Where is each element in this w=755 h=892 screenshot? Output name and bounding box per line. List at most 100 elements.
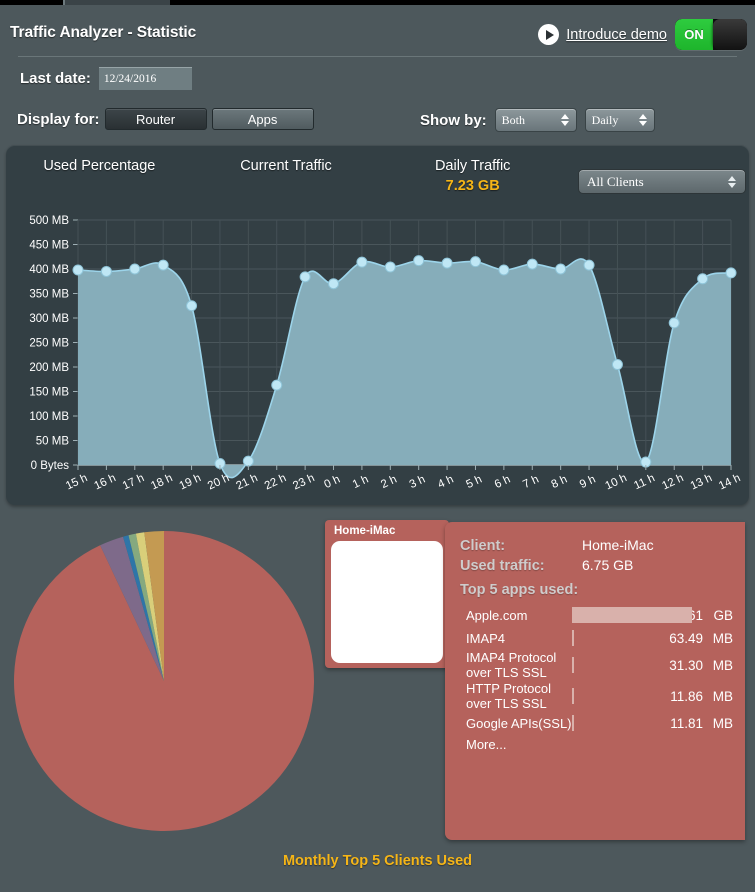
- svg-text:13 h: 13 h: [689, 472, 714, 492]
- metric-value: 7.23 GB: [445, 178, 500, 194]
- svg-text:9 h: 9 h: [578, 473, 598, 491]
- svg-text:7 h: 7 h: [521, 473, 541, 491]
- client-detail-card: Client: Home-iMac Used traffic: 6.75 GB …: [445, 522, 745, 840]
- display-for-apps-button[interactable]: Apps: [211, 108, 314, 130]
- svg-text:350 MB: 350 MB: [29, 289, 69, 301]
- svg-text:500 MB: 500 MB: [29, 215, 69, 227]
- client-value: Home-iMac: [582, 537, 654, 553]
- show-by-type-value: Both: [501, 112, 526, 127]
- svg-text:22 h: 22 h: [263, 472, 288, 492]
- app-usage-bar: [572, 715, 574, 731]
- app-usage-row: IMAP4 Protocol over TLS SSL 31.30 MB: [445, 650, 745, 680]
- top5-apps-list: Apple.com6.61GBIMAP463.49MBIMAP4 Protoco…: [445, 604, 745, 734]
- app-usage-bar-track: [572, 607, 692, 623]
- app-header: Traffic Analyzer - Statistic Introduce d…: [0, 5, 755, 57]
- app-usage-row: Google APIs(SSL) 11.81 MB: [445, 712, 745, 734]
- client-filter-value: All Clients: [587, 173, 644, 189]
- client-label: Client:: [460, 538, 506, 554]
- svg-text:200 MB: 200 MB: [29, 362, 69, 374]
- play-icon[interactable]: [538, 24, 560, 45]
- power-toggle[interactable]: ON: [675, 19, 747, 50]
- svg-text:3 h: 3 h: [408, 473, 428, 491]
- app-name: IMAP4 Protocol over TLS SSL: [466, 650, 557, 680]
- app-size-unit: MB: [712, 688, 733, 704]
- introduce-demo-group[interactable]: Introduce demo: [538, 24, 667, 45]
- svg-text:5 h: 5 h: [464, 473, 484, 491]
- svg-text:300 MB: 300 MB: [29, 313, 69, 325]
- app-name: Google APIs(SSL): [466, 715, 572, 731]
- client-name-row: Client: Home-iMac: [445, 537, 745, 554]
- svg-text:0 h: 0 h: [322, 473, 342, 491]
- svg-text:6 h: 6 h: [493, 473, 513, 491]
- toggle-knob[interactable]: [713, 19, 747, 50]
- svg-text:2 h: 2 h: [379, 473, 399, 491]
- used-traffic-value: 6.75 GB: [582, 557, 634, 573]
- display-for-router-button[interactable]: Router: [104, 108, 207, 130]
- svg-text:17 h: 17 h: [121, 472, 146, 492]
- last-date-group: Last date:: [20, 67, 192, 90]
- client-tooltip-image: [331, 541, 443, 663]
- app-usage-bar-track: [572, 688, 657, 704]
- app-usage-bar: [572, 607, 692, 623]
- svg-text:16 h: 16 h: [92, 472, 117, 492]
- svg-text:100 MB: 100 MB: [29, 411, 69, 423]
- introduce-demo-link[interactable]: Introduce demo: [566, 27, 667, 43]
- metric-title: Current Traffic: [240, 158, 332, 174]
- last-date-input[interactable]: [98, 67, 192, 90]
- client-filter-select[interactable]: All Clients: [578, 169, 746, 194]
- app-usage-row: IMAP4 63.49 MB: [445, 627, 745, 649]
- svg-text:14 h: 14 h: [717, 472, 742, 492]
- app-usage-bar: [572, 688, 574, 704]
- metric-current-traffic: Current Traffic: [193, 158, 380, 194]
- display-for-label: Display for:: [17, 110, 100, 128]
- stepper-arrows-icon: [728, 175, 736, 188]
- toggle-on-label: ON: [675, 19, 713, 50]
- pie-chart-caption: Monthly Top 5 Clients Used: [282, 853, 473, 869]
- metrics-row: Used Percentage Current Traffic Daily Tr…: [6, 158, 566, 194]
- svg-text:12 h: 12 h: [660, 472, 685, 492]
- svg-text:21 h: 21 h: [234, 472, 259, 492]
- page-title: Traffic Analyzer - Statistic: [10, 24, 197, 41]
- app-usage-bar: [572, 657, 574, 673]
- metric-title: Daily Traffic: [434, 158, 511, 174]
- svg-text:450 MB: 450 MB: [29, 240, 69, 252]
- show-by-period-select[interactable]: Daily: [584, 108, 655, 132]
- svg-text:20 h: 20 h: [206, 472, 231, 492]
- app-size-unit: MB: [712, 715, 733, 731]
- metric-used-percentage: Used Percentage: [6, 158, 193, 194]
- app-usage-bar-track: [572, 715, 657, 731]
- app-usage-row: Apple.com6.61GB: [445, 604, 745, 626]
- client-tooltip-title: Home-iMac: [334, 525, 396, 537]
- display-for-group: Display for: Router Apps: [17, 108, 314, 130]
- last-date-label: Last date:: [20, 70, 91, 87]
- show-by-period-value: Daily: [591, 112, 619, 127]
- traffic-chart-panel: Used Percentage Current Traffic Daily Tr…: [6, 145, 749, 505]
- svg-text:50 MB: 50 MB: [36, 436, 70, 448]
- svg-text:19 h: 19 h: [178, 472, 203, 492]
- app-usage-bar-track: [572, 657, 657, 673]
- svg-text:23 h: 23 h: [291, 472, 316, 492]
- more-apps-link[interactable]: More...: [445, 737, 745, 752]
- svg-text:150 MB: 150 MB: [29, 387, 69, 399]
- app-size-unit: MB: [712, 630, 733, 646]
- svg-text:18 h: 18 h: [149, 472, 174, 492]
- svg-text:1 h: 1 h: [351, 473, 371, 491]
- svg-text:8 h: 8 h: [550, 473, 570, 491]
- top5-apps-label: Top 5 apps used:: [460, 582, 579, 598]
- app-size-value: 11.81: [670, 715, 703, 731]
- svg-text:11 h: 11 h: [632, 472, 657, 492]
- show-by-type-select[interactable]: Both: [494, 108, 577, 132]
- monthly-clients-pie-chart[interactable]: [0, 515, 330, 845]
- app-size-value: 63.49: [669, 630, 703, 646]
- svg-text:0 Bytes: 0 Bytes: [31, 460, 70, 472]
- traffic-area-chart[interactable]: 500 MB 450 MB 400 MB 350 MB 300 MB 250 MB 200 …: [6, 210, 749, 500]
- header-divider: [18, 56, 737, 57]
- stepper-arrows-icon: [560, 114, 569, 126]
- svg-text:250 MB: 250 MB: [29, 338, 69, 350]
- svg-text:10 h: 10 h: [603, 472, 628, 492]
- stepper-arrows-icon: [638, 114, 647, 126]
- app-usage-bar-track: [572, 630, 657, 646]
- app-size-unit: GB: [713, 607, 733, 623]
- used-traffic-row: Used traffic: 6.75 GB: [445, 557, 745, 574]
- app-name: Apple.com: [466, 607, 528, 623]
